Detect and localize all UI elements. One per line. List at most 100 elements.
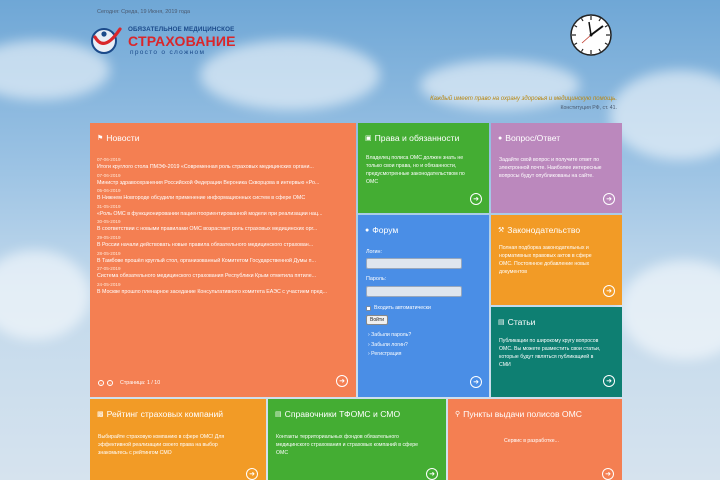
law-text-line: Полная подборка законодательных и [499, 245, 589, 251]
comments-icon: ● [365, 226, 370, 234]
rating-title[interactable]: ▩ Рейтинг страховых компаний [97, 409, 223, 419]
map-marker-icon: ⚲ [455, 411, 461, 418]
directory-title-label: Справочники ТФОМС и СМО [284, 409, 401, 419]
remember-checkbox[interactable] [366, 305, 371, 311]
news-item[interactable]: 07-06-2019 Итоги круглого стола ПМЭФ-2019… [97, 156, 349, 172]
news-date: 27-05-2019 [97, 266, 121, 272]
news-date: 24-05-2019 [97, 281, 121, 287]
qa-tile[interactable]: ● Вопрос/Ответ Задайте свой вопрос и пол… [491, 123, 622, 213]
password-label: Пароль: [366, 276, 387, 282]
rights-title[interactable]: ▣ Права и обязанности [365, 133, 459, 143]
news-headline[interactable]: В Нижнем Новгороде обсудили применение и… [97, 194, 349, 203]
arrow-right-icon[interactable]: ➜ [603, 375, 615, 387]
articles-title-label: Статьи [507, 317, 536, 327]
news-headline[interactable]: Система обязательного медицинского страх… [97, 272, 349, 281]
current-date: Сегодня: Среда, 19 Июня, 2019 года [97, 9, 191, 15]
qa-title[interactable]: ● Вопрос/Ответ [498, 133, 560, 143]
news-title[interactable]: ⚑ Новости [97, 133, 140, 143]
articles-title[interactable]: ▤ Статьи [498, 317, 535, 327]
forgot-password-link[interactable]: › Забыли пароль? [368, 331, 411, 341]
rating-title-label: Рейтинг страховых компаний [106, 409, 224, 419]
forgot-login-link[interactable]: › Забыли логин? [368, 341, 411, 351]
login-button[interactable]: Войти [366, 315, 388, 325]
newspaper-icon: ▤ [498, 319, 505, 326]
news-headline[interactable]: В Тамбове прошёл круглый стол, организов… [97, 257, 349, 266]
news-headline[interactable]: «Роль ОМС в функционировании пациентоори… [97, 210, 349, 219]
articles-tile[interactable]: ▤ Статьи Публикации по широкому кругу во… [491, 307, 622, 397]
site-logo[interactable]: ОБЯЗАТЕЛЬНОЕ МЕДИЦИНСКОЕ СТРАХОВАНИЕ про… [90, 23, 250, 59]
arrow-right-icon[interactable]: ➜ [602, 468, 614, 480]
login-input[interactable] [366, 258, 462, 269]
prev-page-icon[interactable]: ‹ [98, 380, 104, 386]
arrow-right-icon[interactable]: ➜ [426, 468, 438, 480]
arrow-right-icon[interactable]: ➜ [470, 376, 482, 388]
register-link[interactable]: › Регистрация [368, 350, 411, 360]
news-item[interactable]: 07-06-2019 Министр здравоохранения Россий… [97, 172, 349, 188]
chart-icon: ▩ [97, 411, 104, 418]
password-input[interactable] [366, 286, 462, 297]
rating-tile[interactable]: ▩ Рейтинг страховых компаний Выбирайте с… [90, 399, 266, 480]
news-date: 30-05-2019 [97, 219, 121, 225]
news-item[interactable]: 30-05-2019 В соответствии с новыми правил… [97, 218, 349, 234]
news-headline[interactable]: Итоги круглого стола ПМЭФ-2019 «Современ… [97, 163, 349, 172]
news-item[interactable]: 27-05-2019 Система обязательного медицинс… [97, 265, 349, 281]
news-date: 05-06-2019 [97, 188, 121, 194]
arrow-right-icon[interactable]: ➜ [470, 193, 482, 205]
rating-text-line: знакомьтесь с рейтингом СМО [98, 450, 172, 456]
constitution-quote: Каждый имеет право на охрану здоровья и … [430, 96, 617, 111]
arrow-right-icon[interactable]: ➜ [603, 285, 615, 297]
law-text: Полная подборка законодательных и нормат… [499, 244, 592, 276]
directory-title[interactable]: ▤ Справочники ТФОМС и СМО [275, 409, 400, 419]
news-headline[interactable]: В соответствии с новыми правилами ОМС во… [97, 225, 349, 234]
login-label: Логин: [366, 249, 382, 255]
page-indicator: Страница: 1 / 10 [120, 380, 161, 386]
qa-text-line: вопросы будут опубликованы на сайте. [499, 173, 594, 179]
remember-label: Входить автоматически [374, 305, 431, 311]
news-item[interactable]: 29-05-2019 В России начали действовать но… [97, 234, 349, 250]
rights-text-line: ОМС [366, 179, 379, 185]
law-tile[interactable]: ⚒ Законодательство Полная подборка закон… [491, 215, 622, 305]
quote-text: Каждый имеет право на охрану здоровья и … [430, 96, 617, 102]
background-cloud [610, 70, 720, 160]
news-item[interactable]: 24-05-2019 В Москве прошло пленарное засе… [97, 281, 349, 297]
rights-text-line: Владелец полиса ОМС должен знать не [366, 155, 464, 161]
news-item[interactable]: 28-05-2019 В Тамбове прошёл круглый стол,… [97, 250, 349, 266]
rights-text-line: только свои права, но и обязанности, [366, 163, 457, 169]
news-date: 07-06-2019 [97, 157, 121, 162]
news-date: 31-05-2019 [97, 203, 121, 209]
arrow-right-icon[interactable]: ➜ [336, 375, 348, 387]
directory-tile[interactable]: ▤ Справочники ТФОМС и СМО Контакты терри… [268, 399, 446, 480]
rating-text-line: Выбирайте страховую компанию в сфере ОМС… [98, 434, 225, 440]
points-title-label: Пункты выдачи полисов ОМС [463, 409, 582, 419]
news-list: 07-06-2019 Итоги круглого стола ПМЭФ-2019… [97, 156, 349, 296]
forgot-password-label: Забыли пароль? [371, 332, 412, 338]
forum-title[interactable]: ● Форум [365, 225, 398, 235]
background-cloud [0, 250, 90, 340]
news-item[interactable]: 05-06-2019 В Нижнем Новгороде обсудили пр… [97, 187, 349, 203]
rights-tile[interactable]: ▣ Права и обязанности Владелец полиса ОМ… [358, 123, 489, 213]
arrow-right-icon[interactable]: ➜ [603, 193, 615, 205]
news-date: 28-05-2019 [97, 250, 121, 256]
logo-emblem-icon [91, 27, 122, 54]
news-headline[interactable]: Министр здравоохранения Российской Федер… [97, 179, 349, 188]
qa-text-line: Задайте свой вопрос и получите ответ по [499, 157, 600, 163]
arrow-right-icon[interactable]: ➜ [246, 468, 258, 480]
news-headline[interactable]: В Москве прошло пленарное заседание Конс… [97, 288, 349, 297]
articles-text-line: которые будут являться публикацией в [499, 354, 594, 360]
law-title[interactable]: ⚒ Законодательство [498, 225, 580, 235]
points-tile[interactable]: ⚲ Пункты выдачи полисов ОМС Сервис в раз… [448, 399, 622, 480]
rights-title-label: Права и обязанности [374, 133, 460, 143]
points-title[interactable]: ⚲ Пункты выдачи полисов ОМС [455, 409, 582, 419]
forum-title-label: Форум [372, 225, 399, 235]
clock-icon [570, 14, 612, 56]
directory-text-line: медицинского страхования и страховых ком… [276, 442, 418, 448]
news-date: 07-06-2019 [97, 172, 121, 178]
forum-tile: ● Форум Логин: Пароль: Входить автоматич… [358, 215, 489, 397]
news-item[interactable]: 31-05-2019 «Роль ОМС в функционировании п… [97, 203, 349, 219]
chat-icon: ● [498, 134, 503, 142]
book-icon: ▤ [275, 411, 282, 418]
news-headline[interactable]: В России начали действовать новые правил… [97, 241, 349, 250]
next-page-icon[interactable]: › [107, 380, 113, 386]
remember-row: Входить автоматически [366, 305, 431, 311]
rating-text-line: эффективной реализации своего права на в… [98, 442, 218, 448]
